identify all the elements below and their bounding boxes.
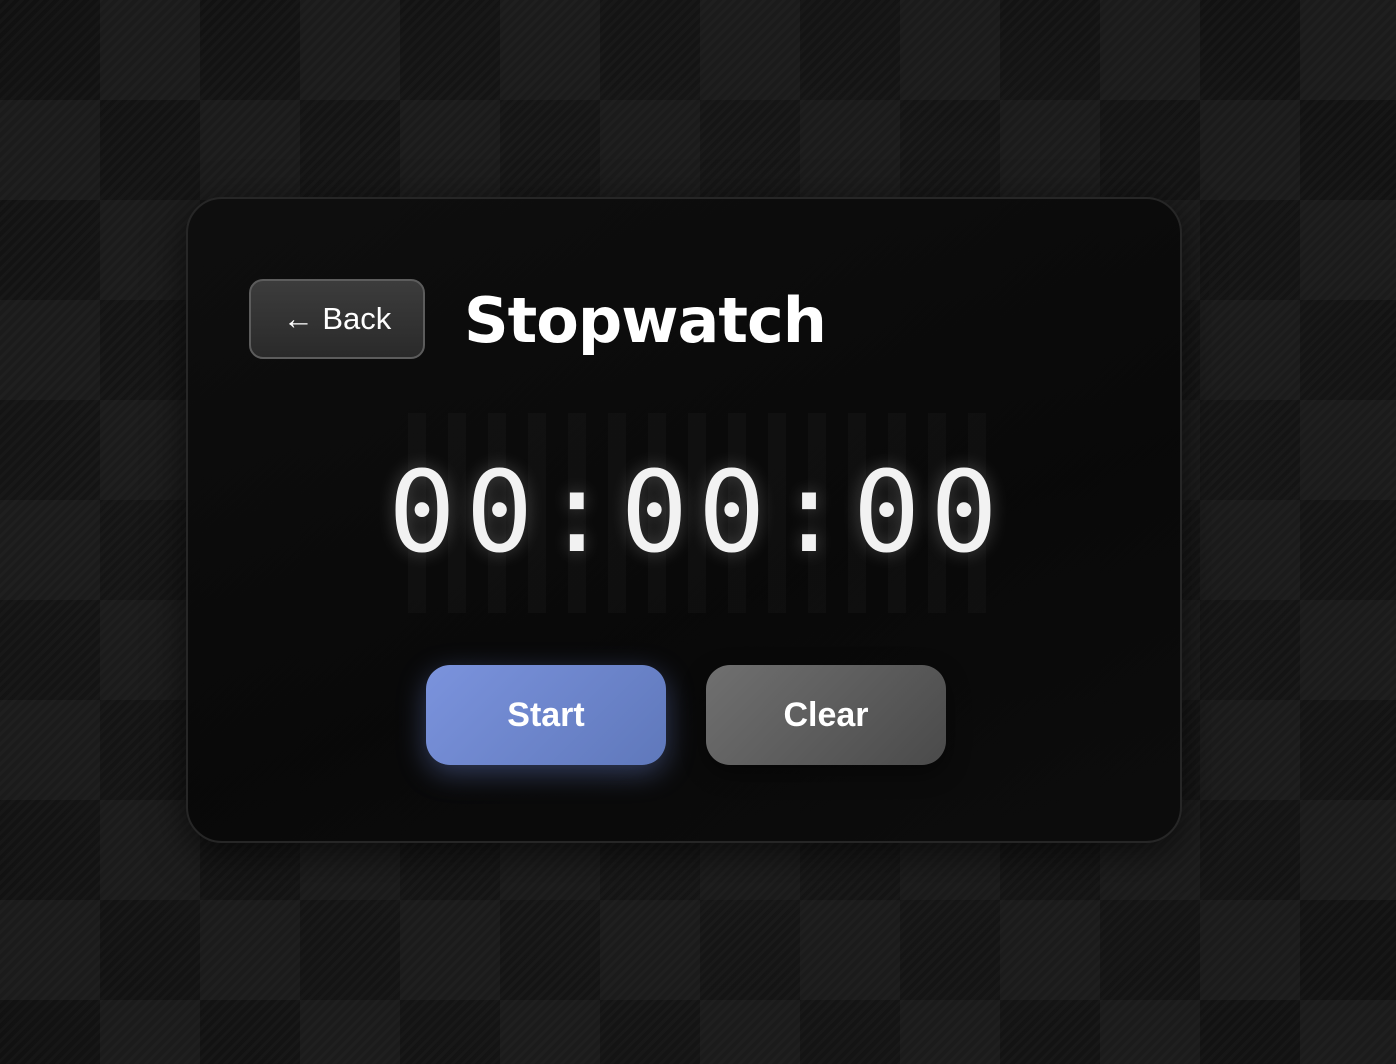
elapsed-time: 00:00:00 (388, 448, 1008, 578)
start-button[interactable]: Start (426, 665, 666, 765)
clear-button[interactable]: Clear (706, 665, 946, 765)
back-button[interactable]: ← Back (249, 279, 425, 359)
controls: Start Clear (426, 665, 946, 765)
page-title: Stopwatch (464, 284, 827, 357)
stopwatch-card: ← Back Stopwatch 00:00:00 Start Clear (186, 197, 1182, 843)
time-display: 00:00:00 (388, 413, 998, 613)
